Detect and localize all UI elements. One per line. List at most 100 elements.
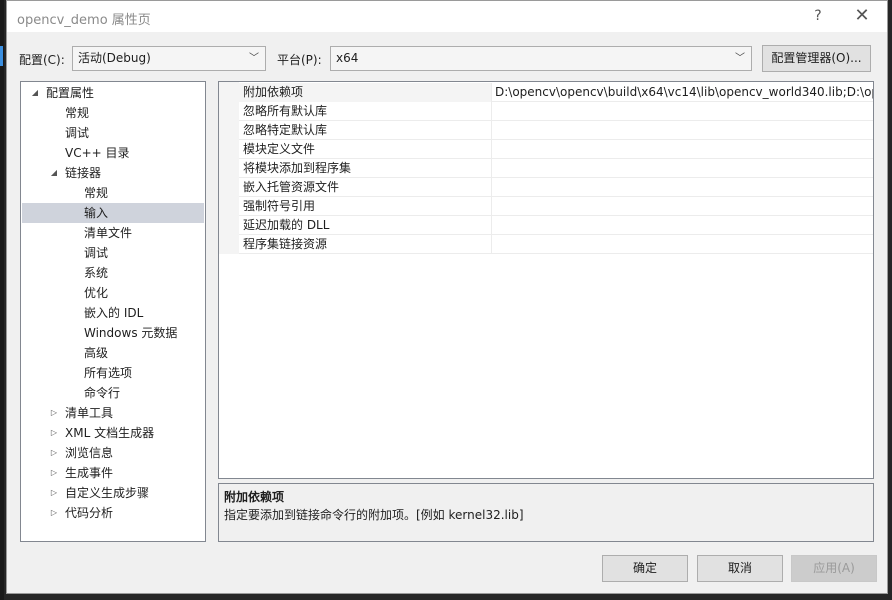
tree-item[interactable]: ▷ 生成事件 xyxy=(22,463,204,483)
property-row[interactable]: 嵌入托管资源文件 xyxy=(239,178,873,197)
configuration-value: 活动(Debug) xyxy=(78,51,151,65)
property-name: 将模块添加到程序集 xyxy=(243,161,352,175)
tree-item[interactable]: ▷ 清单工具 xyxy=(22,403,204,423)
tree-item-label: 常规 xyxy=(84,186,109,200)
tree-item-label: XML 文档生成器 xyxy=(65,426,155,440)
column-divider xyxy=(491,197,492,216)
grid-gutter xyxy=(219,82,239,254)
tree-item-label: 命令行 xyxy=(84,386,121,400)
column-divider xyxy=(491,102,492,121)
property-row[interactable]: 将模块添加到程序集 xyxy=(239,159,873,178)
tree-item[interactable]: 清单文件 xyxy=(22,223,204,243)
background-strip xyxy=(0,0,4,600)
description-title: 附加依赖项 xyxy=(224,490,285,504)
tree-item[interactable]: 命令行 xyxy=(22,383,204,403)
tree-item-label: 常规 xyxy=(65,106,90,120)
property-row[interactable]: 附加依赖项 D:\opencv\opencv\build\x64\vc14\lib… xyxy=(239,83,873,102)
property-row[interactable]: 模块定义文件 xyxy=(239,140,873,159)
tree-item-label: 配置属性 xyxy=(46,86,95,100)
triangle-collapsed-icon[interactable]: ▷ xyxy=(48,443,60,463)
tree-item[interactable]: 高级 xyxy=(22,343,204,363)
triangle-collapsed-icon[interactable]: ▷ xyxy=(48,423,60,443)
property-grid[interactable]: 附加依赖项 D:\opencv\opencv\build\x64\vc14\lib… xyxy=(218,81,874,479)
triangle-expanded-icon[interactable]: ◢ xyxy=(29,83,41,103)
tree-item-label: 链接器 xyxy=(65,166,102,180)
tree-item-label: 输入 xyxy=(84,206,109,220)
column-divider xyxy=(491,121,492,140)
tree-item[interactable]: ▷ 自定义生成步骤 xyxy=(22,483,204,503)
tree-item[interactable]: 系统 xyxy=(22,263,204,283)
title-bar: opencv_demo 属性页 ? ✕ xyxy=(7,1,887,32)
tree-item-label: 嵌入的 IDL xyxy=(84,306,144,320)
chevron-down-icon: ﹀ xyxy=(735,53,745,64)
property-pages-dialog: opencv_demo 属性页 ? ✕ 配置(C): 活动(Debug) ﹀ 平… xyxy=(6,0,888,594)
tree-item[interactable]: 输入 xyxy=(22,203,204,223)
property-row[interactable]: 忽略特定默认库 xyxy=(239,121,873,140)
column-divider xyxy=(491,178,492,197)
configuration-manager-button[interactable]: 配置管理器(O)... xyxy=(762,45,871,72)
triangle-collapsed-icon[interactable]: ▷ xyxy=(48,463,60,483)
tree-item[interactable]: ◢ 配置属性 xyxy=(22,83,204,103)
tree-item-label: 所有选项 xyxy=(84,366,133,380)
tree-item[interactable]: ▷ XML 文档生成器 xyxy=(22,423,204,443)
property-name: 模块定义文件 xyxy=(243,142,316,156)
property-row[interactable]: 强制符号引用 xyxy=(239,197,873,216)
tree-item[interactable]: ◢ 链接器 xyxy=(22,163,204,183)
chevron-down-icon: ﹀ xyxy=(249,53,259,64)
apply-button[interactable]: 应用(A) xyxy=(791,555,877,582)
tree-item-label: 清单文件 xyxy=(84,226,133,240)
property-row[interactable]: 程序集链接资源 xyxy=(239,235,873,254)
property-name: 嵌入托管资源文件 xyxy=(243,180,340,194)
help-button[interactable]: ? xyxy=(807,6,829,28)
tree-item-label: Windows 元数据 xyxy=(84,326,178,340)
tree-item-label: 高级 xyxy=(84,346,109,360)
tree-item[interactable]: ▷ 代码分析 xyxy=(22,503,204,523)
property-value[interactable]: D:\opencv\opencv\build\x64\vc14\lib\open… xyxy=(495,83,873,102)
property-row[interactable]: 忽略所有默认库 xyxy=(239,102,873,121)
column-divider xyxy=(491,140,492,159)
column-divider xyxy=(491,83,492,102)
tree-item-label: 清单工具 xyxy=(65,406,114,420)
tree-item[interactable]: 优化 xyxy=(22,283,204,303)
platform-value: x64 xyxy=(336,51,359,65)
column-divider xyxy=(491,235,492,254)
tree-item-label: 浏览信息 xyxy=(65,446,114,460)
triangle-collapsed-icon[interactable]: ▷ xyxy=(48,403,60,423)
close-button[interactable]: ✕ xyxy=(851,5,873,27)
property-tree[interactable]: ◢ 配置属性 常规 调试 VC++ 目录 ◢ 链接器 常规 输入 清单文件 调试 系统 优化 嵌入的 ID… xyxy=(20,81,206,542)
tree-item[interactable]: Windows 元数据 xyxy=(22,323,204,343)
tree-item-label: 生成事件 xyxy=(65,466,114,480)
tree-item[interactable]: 所有选项 xyxy=(22,363,204,383)
property-row[interactable]: 延迟加载的 DLL xyxy=(239,216,873,235)
platform-label: 平台(P): xyxy=(277,53,322,67)
tree-item[interactable]: ▷ 浏览信息 xyxy=(22,443,204,463)
configuration-label: 配置(C): xyxy=(19,53,65,67)
tree-item[interactable]: 常规 xyxy=(22,183,204,203)
tree-item[interactable]: 常规 xyxy=(22,103,204,123)
tree-item-label: 自定义生成步骤 xyxy=(65,486,150,500)
triangle-collapsed-icon[interactable]: ▷ xyxy=(48,503,60,523)
description-panel: 附加依赖项 指定要添加到链接命令行的附加项。[例如 kernel32.lib] xyxy=(218,483,874,542)
triangle-collapsed-icon[interactable]: ▷ xyxy=(48,483,60,503)
background-accent xyxy=(0,46,3,66)
tree-item[interactable]: VC++ 目录 xyxy=(22,143,204,163)
property-name: 强制符号引用 xyxy=(243,199,316,213)
description-text: 指定要添加到链接命令行的附加项。[例如 kernel32.lib] xyxy=(224,508,524,522)
column-divider xyxy=(491,216,492,235)
tree-item-label: 代码分析 xyxy=(65,506,114,520)
cancel-button[interactable]: 取消 xyxy=(697,555,783,582)
configuration-dropdown[interactable]: 活动(Debug) ﹀ xyxy=(72,46,266,71)
tree-item[interactable]: 调试 xyxy=(22,243,204,263)
platform-dropdown[interactable]: x64 ﹀ xyxy=(330,46,752,71)
triangle-expanded-icon[interactable]: ◢ xyxy=(48,163,60,183)
property-name: 附加依赖项 xyxy=(239,83,491,102)
tree-item[interactable]: 嵌入的 IDL xyxy=(22,303,204,323)
tree-item-label: 调试 xyxy=(84,246,109,260)
column-divider xyxy=(491,159,492,178)
tree-item-label: 系统 xyxy=(84,266,109,280)
ok-button[interactable]: 确定 xyxy=(602,555,688,582)
property-name: 延迟加载的 DLL xyxy=(243,218,330,232)
property-name: 程序集链接资源 xyxy=(243,237,328,251)
tree-item[interactable]: 调试 xyxy=(22,123,204,143)
window-title: opencv_demo 属性页 xyxy=(17,13,151,28)
